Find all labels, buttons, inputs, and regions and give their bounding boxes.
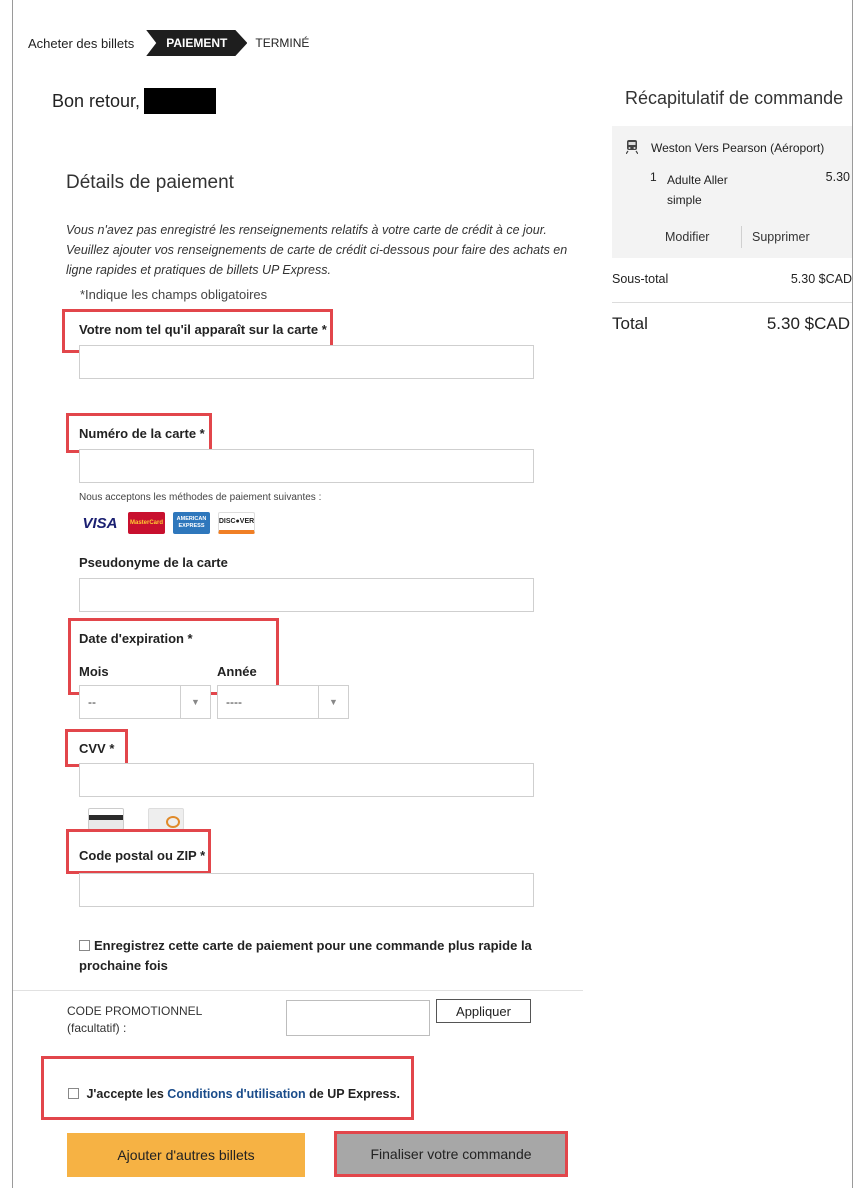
discover-logo-icon: DISC●VER — [218, 512, 255, 534]
terms-checkbox[interactable] — [68, 1088, 79, 1099]
step-buy-tickets[interactable]: Acheter des billets — [28, 36, 140, 51]
highlight-box-expiry — [68, 618, 279, 695]
promo-code-label-line1: CODE PROMOTIONNEL — [67, 1004, 203, 1018]
year-label: Année — [217, 664, 257, 679]
card-name-input[interactable] — [79, 345, 534, 379]
page-border-right — [852, 0, 853, 1188]
subtotal-label: Sous-total — [612, 272, 669, 286]
terms-text-post: de UP Express. — [305, 1087, 400, 1101]
step-payment-wrap: PAIEMENT — [146, 30, 247, 56]
train-icon — [626, 140, 638, 154]
subtotal-value: 5.30 $CAD — [790, 272, 852, 286]
terms-text-pre: J'accepte les — [86, 1087, 168, 1101]
cvv-back-card-icon — [88, 808, 124, 830]
save-card-checkbox[interactable] — [79, 940, 90, 951]
required-fields-note: *Indique les champs obligatoires — [80, 287, 268, 302]
step-done: TERMINÉ — [255, 36, 310, 50]
terms-link[interactable]: Conditions d'utilisation — [167, 1087, 305, 1101]
card-number-label: Numéro de la carte * — [79, 426, 205, 441]
save-card-label[interactable]: Enregistrez cette carte de paiement pour… — [79, 938, 532, 973]
promo-code-input[interactable] — [286, 1000, 430, 1036]
cvv-label: CVV * — [79, 741, 115, 756]
add-more-tickets-button[interactable]: Ajouter d'autres billets — [67, 1133, 305, 1177]
card-nickname-input[interactable] — [79, 578, 534, 612]
page-border-left — [12, 0, 13, 1188]
summary-divider — [612, 302, 852, 303]
accepted-methods-text: Nous acceptons les méthodes de paiement … — [79, 492, 322, 503]
welcome-message: Bon retour, — [52, 88, 217, 114]
checkout-steps: Acheter des billets PAIEMENT TERMINÉ — [28, 30, 309, 56]
order-summary-title: Récapitulatif de commande — [625, 88, 844, 108]
apply-promo-button[interactable]: Appliquer — [436, 999, 531, 1023]
month-select[interactable]: -- ▼ — [79, 685, 211, 719]
ticket-price: 5.30 — [825, 170, 850, 184]
chevron-down-icon: ▼ — [318, 686, 348, 718]
expiry-label: Date d'expiration * — [79, 631, 193, 646]
mastercard-logo-icon: MasterCard — [128, 512, 165, 534]
delete-link[interactable]: Supprimer — [752, 230, 810, 244]
save-card-option: Enregistrez cette carte de paiement pour… — [79, 936, 539, 976]
payment-intro-text: Vous n'avez pas enregistré les renseigne… — [66, 223, 568, 277]
card-name-label: Votre nom tel qu'il apparaît sur la cart… — [79, 322, 327, 337]
finalize-order-button[interactable]: Finaliser votre commande — [337, 1134, 565, 1174]
total-label: Total — [612, 314, 648, 333]
postal-code-input[interactable] — [79, 873, 534, 907]
terms-acceptance: J'accepte les Conditions d'utilisation d… — [68, 1087, 400, 1101]
ticket-type: Adulte Aller simple — [667, 173, 728, 207]
route-name: Weston Vers Pearson (Aéroport) — [651, 141, 825, 155]
link-separator — [741, 226, 742, 248]
month-select-value: -- — [88, 695, 96, 709]
year-select[interactable]: ---- ▼ — [217, 685, 349, 719]
promo-code-label-line2: (facultatif) : — [67, 1021, 127, 1035]
chevron-down-icon: ▼ — [180, 686, 210, 718]
payment-details-title: Détails de paiement — [66, 172, 234, 193]
cvv-front-card-icon — [148, 808, 184, 830]
modify-link[interactable]: Modifier — [665, 230, 709, 244]
cvv-input[interactable] — [79, 763, 534, 797]
redacted-username — [144, 88, 217, 114]
month-label: Mois — [79, 664, 109, 679]
card-nickname-label: Pseudonyme de la carte — [79, 555, 228, 570]
section-divider — [13, 990, 583, 991]
accepted-cards: VISA MasterCard AMERICAN EXPRESS DISC●VE… — [80, 512, 255, 534]
visa-logo-icon: VISA — [80, 512, 120, 534]
promo-code-label: CODE PROMOTIONNEL (facultatif) : — [67, 1003, 202, 1037]
total-value: 5.30 $CAD — [766, 314, 850, 333]
amex-logo-icon: AMERICAN EXPRESS — [173, 512, 210, 534]
card-number-input[interactable] — [79, 449, 534, 483]
step-payment-active: PAIEMENT — [146, 30, 247, 56]
year-select-value: ---- — [226, 695, 242, 709]
postal-code-label: Code postal ou ZIP * — [79, 848, 206, 863]
ticket-quantity: 1 — [650, 170, 657, 184]
welcome-text: Bon retour, — [52, 90, 141, 111]
